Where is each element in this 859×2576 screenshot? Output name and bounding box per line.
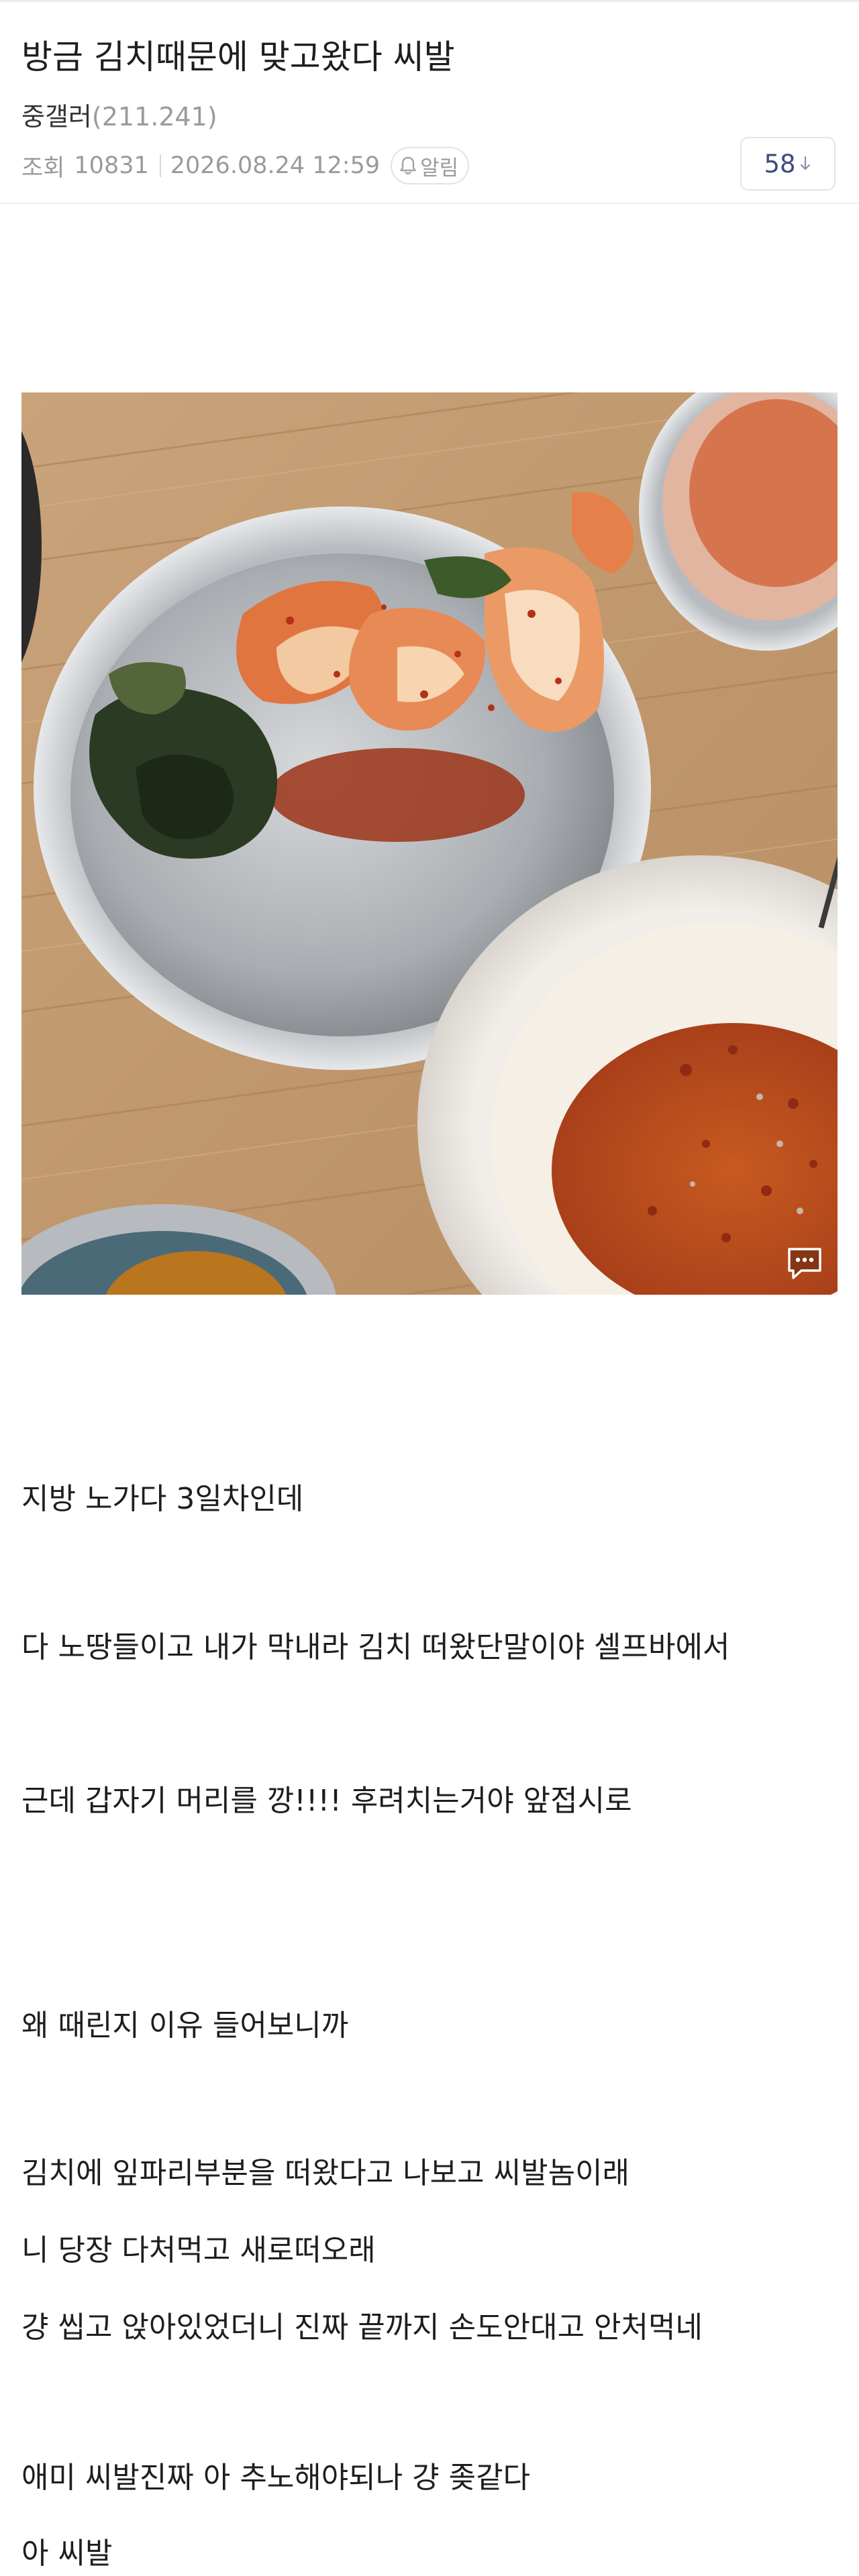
post-body-line: 아 씨발	[21, 2536, 113, 2571]
comment-count-button[interactable]: 58	[740, 137, 836, 191]
post-body-line: 지방 노가다 3일차인데	[21, 1482, 304, 1516]
post-meta: 조회 10831 2026.08.24 12:59 알림	[21, 147, 470, 184]
views-count: 10831	[74, 152, 149, 179]
post-body-line: 김치에 잎파리부분을 떠왔다고 나보고 씨발놈이래	[21, 2156, 630, 2190]
alarm-label: 알림	[420, 156, 459, 180]
arrow-down-icon	[799, 155, 812, 172]
post-body-line: 애미 씨발진짜 아 추노해야되나 걍 좆같다	[21, 2461, 531, 2495]
post-date: 2026.08.24 12:59	[170, 152, 381, 179]
post-image[interactable]	[21, 392, 838, 1295]
post-body-line: 왜 때린지 이유 들어보니까	[21, 2008, 349, 2043]
meta-divider	[159, 154, 161, 177]
post-title: 방금 김치때문에 맞고왔다 씨발	[21, 38, 455, 76]
author-info: 중갤러(211.241)	[21, 96, 217, 133]
post-body-line: 다 노땅들이고 내가 막내라 김치 떠왔단말이야 셀프바에서	[21, 1630, 730, 1664]
post-header: 방금 김치때문에 맞고왔다 씨발 중갤러(211.241) 조회 10831 2…	[0, 0, 859, 204]
author-name[interactable]: 중갤러	[21, 102, 92, 131]
comment-bubble-icon[interactable]	[785, 1245, 824, 1281]
post-page: 방금 김치때문에 맞고왔다 씨발 중갤러(211.241) 조회 10831 2…	[0, 0, 859, 2576]
views-label: 조회	[21, 154, 65, 182]
post-body-line: 걍 씹고 앉아있었더니 진짜 끝까지 손도안대고 안처먹네	[21, 2310, 703, 2345]
author-ip: (211.241)	[91, 102, 217, 131]
post-body-line: 니 당장 다처먹고 새로떠오래	[21, 2233, 376, 2267]
comment-count: 58	[764, 149, 796, 178]
alarm-button[interactable]: 알림	[391, 147, 470, 184]
post-body-line: 근데 갑자기 머리를 깡!!!! 후려치는거야 앞접시로	[21, 1784, 632, 1818]
kimchi-photo	[21, 392, 838, 1295]
bell-icon	[399, 156, 417, 176]
